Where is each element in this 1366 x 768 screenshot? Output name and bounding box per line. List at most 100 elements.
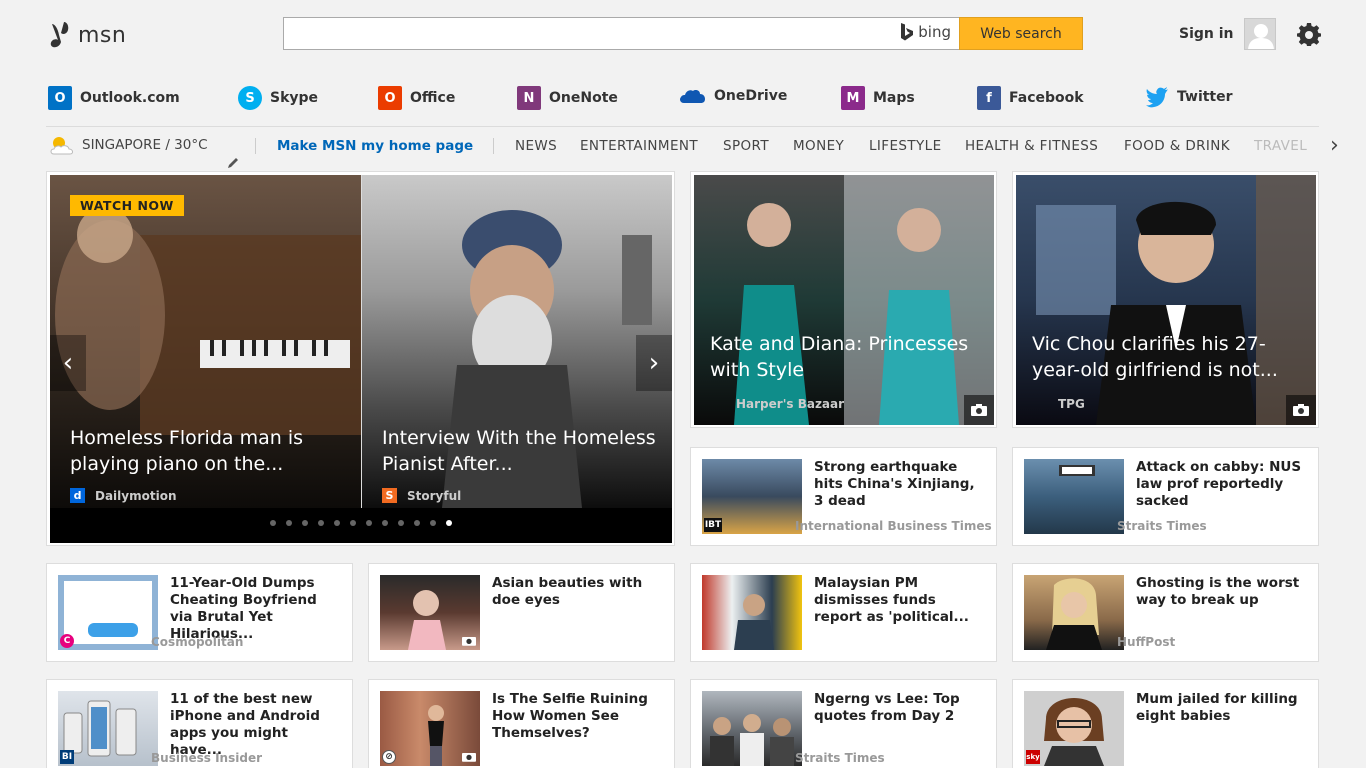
msn-logo[interactable]: msn xyxy=(48,20,126,50)
card-title[interactable]: 11 of the best new iPhone and Android ap… xyxy=(170,691,342,759)
card-thumbnail xyxy=(380,575,480,650)
card-thumbnail xyxy=(1024,459,1124,534)
news-card[interactable]: Attack on cabby: NUS law prof reportedly… xyxy=(1012,447,1319,546)
carousel-dot[interactable] xyxy=(366,520,372,526)
camera-icon xyxy=(462,637,476,646)
source-logo-icon: ⊘ xyxy=(382,750,396,764)
app-link-onedrive[interactable]: OneDrive xyxy=(678,86,787,106)
app-label: Twitter xyxy=(1177,89,1233,105)
photo-card[interactable]: Vic Chou clarifies his 27-year-old girlf… xyxy=(1012,171,1319,428)
search-input[interactable] xyxy=(283,17,959,50)
dailymotion-icon: d xyxy=(70,488,85,503)
camera-icon xyxy=(462,753,476,762)
card-title[interactable]: Ngerng vs Lee: Top quotes from Day 2 xyxy=(814,691,986,725)
news-card[interactable]: ⊘ Is The Selfie Ruining How Women See Th… xyxy=(368,679,675,768)
hero-slide-title[interactable]: Interview With the Homeless Pianist Afte… xyxy=(382,425,662,477)
camera-icon xyxy=(1286,395,1316,425)
web-search-button[interactable]: Web search xyxy=(959,17,1083,50)
nav-entertainment[interactable]: ENTERTAINMENT xyxy=(580,138,698,154)
card-source: Business Insider xyxy=(151,751,262,765)
news-card[interactable]: Ngerng vs Lee: Top quotes from Day 2 Str… xyxy=(690,679,997,768)
card-title[interactable]: 11-Year-Old Dumps Cheating Boyfriend via… xyxy=(170,575,342,643)
nav-lifestyle[interactable]: LIFESTYLE xyxy=(869,138,942,154)
nav-next-arrow[interactable]: › xyxy=(1330,135,1339,157)
carousel-dot[interactable] xyxy=(430,520,436,526)
app-label: Skype xyxy=(270,90,319,106)
avatar[interactable] xyxy=(1244,18,1276,50)
card-title[interactable]: Malaysian PM dismisses funds report as '… xyxy=(814,575,986,626)
app-link-office[interactable]: O Office xyxy=(378,86,455,110)
app-link-skype[interactable]: S Skype xyxy=(238,86,318,110)
carousel-next-arrow[interactable]: › xyxy=(636,335,672,391)
hero-slide[interactable]: WATCH NOW Homeless Florida man is playin… xyxy=(50,175,361,508)
photo-card-title[interactable]: Vic Chou clarifies his 27-year-old girlf… xyxy=(1032,331,1312,383)
pencil-icon[interactable] xyxy=(226,156,240,170)
card-title[interactable]: Ghosting is the worst way to break up xyxy=(1136,575,1308,609)
vic-chou-photo xyxy=(1036,175,1316,425)
card-thumbnail: IBT xyxy=(702,459,802,534)
pm-photo xyxy=(734,594,774,650)
card-thumbnail xyxy=(1024,575,1124,650)
twitter-icon xyxy=(1146,87,1168,108)
hero-slide[interactable]: Interview With the Homeless Pianist Afte… xyxy=(362,175,672,508)
card-source: Cosmopolitan xyxy=(151,635,244,649)
card-title[interactable]: Attack on cabby: NUS law prof reportedly… xyxy=(1136,459,1308,510)
carousel-dot[interactable] xyxy=(350,520,356,526)
nav-sport[interactable]: SPORT xyxy=(723,138,769,154)
news-card[interactable]: C 11-Year-Old Dumps Cheating Boyfriend v… xyxy=(46,563,353,662)
news-card[interactable]: Ghosting is the worst way to break up Hu… xyxy=(1012,563,1319,662)
carousel-dot[interactable] xyxy=(270,520,276,526)
nav-health-fitness[interactable]: HEALTH & FITNESS xyxy=(965,138,1098,154)
carousel-dot[interactable] xyxy=(382,520,388,526)
weather-widget[interactable]: SINGAPORE / 30°C xyxy=(48,134,208,156)
news-card[interactable]: Malaysian PM dismisses funds report as '… xyxy=(690,563,997,662)
carousel-dot[interactable] xyxy=(286,520,292,526)
woman-photo xyxy=(1046,578,1102,650)
news-card[interactable]: BI 11 of the best new iPhone and Android… xyxy=(46,679,353,768)
taxi-photo xyxy=(1059,465,1095,476)
make-homepage-link[interactable]: Make MSN my home page xyxy=(277,138,473,154)
hero-carousel: WATCH NOW Homeless Florida man is playin… xyxy=(46,171,675,546)
app-link-onenote[interactable]: N OneNote xyxy=(517,86,618,110)
sign-in-link[interactable]: Sign in xyxy=(1179,26,1234,42)
cosmopolitan-logo-icon: C xyxy=(60,634,74,648)
app-label: Outlook.com xyxy=(80,90,180,106)
card-title[interactable]: Is The Selfie Ruining How Women See Them… xyxy=(492,691,664,742)
app-link-facebook[interactable]: f Facebook xyxy=(977,86,1084,110)
nav-travel[interactable]: TRAVEL xyxy=(1254,138,1307,154)
skype-icon: S xyxy=(238,86,262,110)
carousel-prev-arrow[interactable]: ‹ xyxy=(50,335,86,391)
app-link-twitter[interactable]: Twitter xyxy=(1145,86,1233,108)
news-card[interactable]: sky Mum jailed for killing eight babies xyxy=(1012,679,1319,768)
card-title[interactable]: Strong earthquake hits China's Xinjiang,… xyxy=(814,459,986,510)
card-title[interactable]: Asian beauties with doe eyes xyxy=(492,575,664,609)
hero-slide-source: S Storyful xyxy=(382,488,461,503)
hero-inner: WATCH NOW Homeless Florida man is playin… xyxy=(50,175,672,543)
search-bar: bing Web search xyxy=(283,17,1083,50)
nav-news[interactable]: NEWS xyxy=(515,138,557,154)
photo-card-title[interactable]: Kate and Diana: Princesses with Style xyxy=(710,331,990,383)
nav-food-drink[interactable]: FOOD & DRINK xyxy=(1124,138,1230,154)
photo-card-inner: Kate and Diana: Princesses with Style Ha… xyxy=(694,175,994,425)
news-card[interactable]: Asian beauties with doe eyes xyxy=(368,563,675,662)
hero-slide-title[interactable]: Homeless Florida man is playing piano on… xyxy=(70,425,350,477)
carousel-dot[interactable] xyxy=(334,520,340,526)
gear-icon[interactable] xyxy=(1297,22,1321,46)
bing-label: bing xyxy=(918,23,951,41)
princess-photo xyxy=(734,175,994,425)
photo-card[interactable]: Kate and Diana: Princesses with Style Ha… xyxy=(690,171,997,428)
storyful-icon: S xyxy=(382,488,397,503)
weather-text: SINGAPORE / 30°C xyxy=(82,137,208,153)
ibt-logo-icon: IBT xyxy=(704,518,722,532)
news-card[interactable]: IBT Strong earthquake hits China's Xinji… xyxy=(690,447,997,546)
carousel-dot[interactable] xyxy=(318,520,324,526)
carousel-dot[interactable] xyxy=(414,520,420,526)
app-link-outlook[interactable]: O Outlook.com xyxy=(48,86,180,110)
watch-now-badge: WATCH NOW xyxy=(70,195,184,216)
carousel-dot[interactable] xyxy=(446,520,452,526)
nav-money[interactable]: MONEY xyxy=(793,138,844,154)
carousel-dot[interactable] xyxy=(302,520,308,526)
card-title[interactable]: Mum jailed for killing eight babies xyxy=(1136,691,1308,725)
carousel-dot[interactable] xyxy=(398,520,404,526)
app-link-maps[interactable]: M Maps xyxy=(841,86,915,110)
